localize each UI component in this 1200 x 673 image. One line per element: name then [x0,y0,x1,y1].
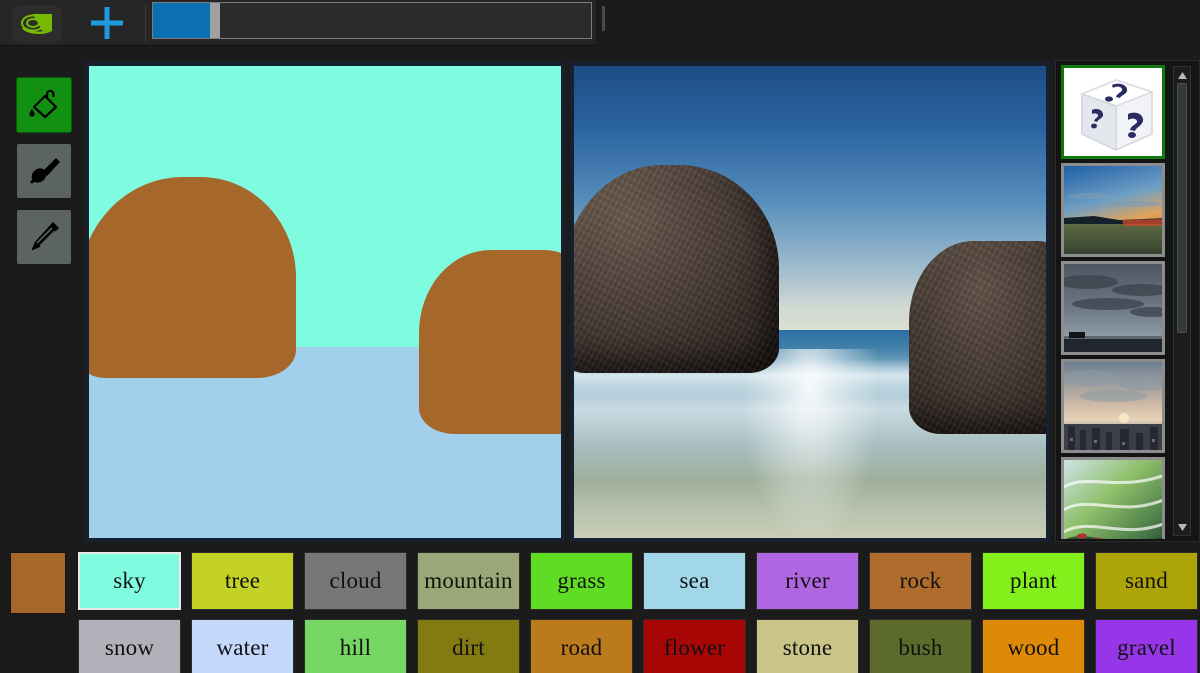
label-button-hill[interactable]: hill [304,619,407,673]
label-row: skytreecloudmountaingrassseariverrockpla… [78,552,1198,610]
label-button-water[interactable]: water [191,619,294,673]
add-layer-button[interactable] [82,0,132,46]
label-button-grass[interactable]: grass [530,552,633,610]
label-button-plant[interactable]: plant [982,552,1085,610]
style-preview [1064,460,1165,539]
label-button-flower[interactable]: flower [643,619,746,673]
label-palette: skytreecloudmountaingrassseariverrockpla… [78,552,1198,673]
slider-handle[interactable] [210,3,220,38]
photo-water-glare [744,349,876,538]
paint-brush-icon [26,153,62,189]
current-color-swatch[interactable] [10,552,66,614]
segment-rock-right [419,250,561,434]
pencil-icon [26,219,62,255]
style-preview [1064,362,1165,453]
label-row: snowwaterhilldirtroadflowerstonebushwood… [78,619,1198,673]
label-button-river[interactable]: river [756,552,859,610]
style-preview [1064,264,1165,355]
label-button-stone[interactable]: stone [756,619,859,673]
brush-size-slider[interactable] [152,2,592,39]
style-thumbnail-overcast-sea[interactable] [1061,261,1165,355]
style-preview [1064,166,1165,257]
segmentation-canvas-inner[interactable] [89,66,561,538]
rock-texture [574,165,779,373]
scroll-up-button[interactable] [1174,68,1190,82]
label-button-snow[interactable]: snow [78,619,181,673]
label-button-cloud[interactable]: cloud [304,552,407,610]
style-thumbnail-sunset-shore[interactable] [1061,163,1165,257]
label-button-wood[interactable]: wood [982,619,1085,673]
style-thumbnail-list[interactable] [1061,65,1171,539]
photo-rock-left [574,165,779,373]
plus-icon [89,5,125,41]
toolbar-divider [145,4,146,42]
paint-bucket-icon [26,87,62,123]
tool-palette [16,77,72,275]
triangle-up-icon [1178,72,1187,79]
style-thumbnail-green-wave-painting[interactable] [1061,457,1165,539]
generated-photo [574,66,1046,538]
photo-rock-right [909,241,1046,435]
label-button-bush[interactable]: bush [869,619,972,673]
label-button-road[interactable]: road [530,619,633,673]
segment-rock-left [89,177,296,378]
tool-paint-bucket[interactable] [16,77,72,133]
label-button-sky[interactable]: sky [78,552,181,610]
gallery-scrollbar[interactable] [1173,66,1191,536]
top-toolbar [0,0,596,46]
generated-output-canvas[interactable] [570,62,1050,542]
style-thumbnail-hazy-city-sunset[interactable] [1061,359,1165,453]
slider-fill [153,3,210,38]
scrollbar-thumb[interactable] [1177,83,1187,333]
scroll-down-button[interactable] [1174,520,1190,534]
label-button-sand[interactable]: sand [1095,552,1198,610]
generated-output-inner [574,66,1046,538]
slider-end-marker [602,6,605,31]
segmentation-canvas[interactable] [85,62,565,542]
question-dice-icon [1064,68,1165,159]
label-button-rock[interactable]: rock [869,552,972,610]
style-thumbnail-random[interactable] [1061,65,1165,159]
label-button-sea[interactable]: sea [643,552,746,610]
style-gallery [1055,60,1200,542]
rock-texture [909,241,1046,435]
label-button-dirt[interactable]: dirt [417,619,520,673]
gaugan-app-window: skytreecloudmountaingrassseariverrockpla… [0,0,1200,673]
nvidia-eye-logo[interactable] [12,5,62,43]
triangle-down-icon [1178,524,1187,531]
nvidia-eye-logo-icon [20,13,54,35]
label-button-gravel[interactable]: gravel [1095,619,1198,673]
label-button-tree[interactable]: tree [191,552,294,610]
tool-pencil[interactable] [16,209,72,265]
label-button-mountain[interactable]: mountain [417,552,520,610]
tool-brush[interactable] [16,143,72,199]
